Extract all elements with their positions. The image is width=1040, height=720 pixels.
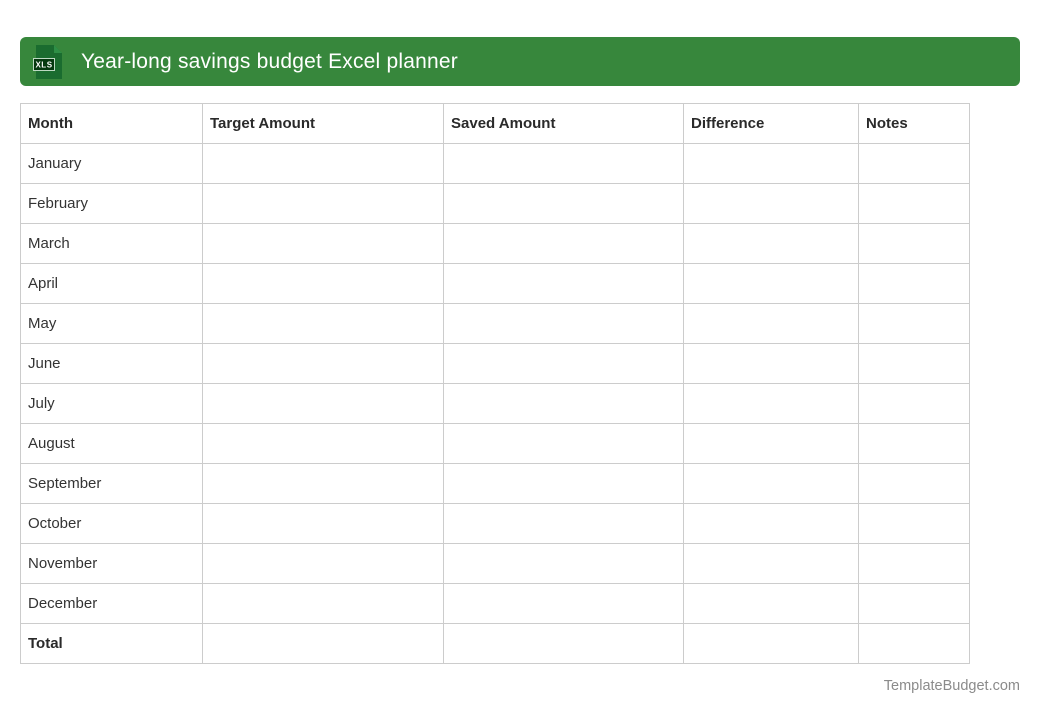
difference-cell — [683, 263, 859, 304]
table-body: January February March April May June July Augu… — [20, 143, 970, 624]
notes-cell — [858, 583, 970, 624]
saved-amount-cell — [443, 583, 684, 624]
month-cell: March — [20, 223, 203, 264]
saved-amount-cell — [443, 383, 684, 424]
target-amount-cell — [202, 223, 444, 264]
table-row: November — [20, 543, 970, 584]
month-cell: June — [20, 343, 203, 384]
budget-table: Month Target Amount Saved Amount Differe… — [20, 103, 970, 664]
saved-amount-cell — [443, 463, 684, 504]
total-notes-cell — [858, 623, 970, 664]
notes-cell — [858, 503, 970, 544]
notes-cell — [858, 463, 970, 504]
notes-cell — [858, 343, 970, 384]
notes-cell — [858, 183, 970, 224]
notes-cell — [858, 423, 970, 464]
notes-cell — [858, 543, 970, 584]
xls-file-icon: XLS — [33, 44, 63, 80]
difference-cell — [683, 383, 859, 424]
difference-cell — [683, 183, 859, 224]
total-label-cell: Total — [20, 623, 203, 664]
table-row: October — [20, 503, 970, 544]
table-row: June — [20, 343, 970, 384]
month-cell: May — [20, 303, 203, 344]
difference-cell — [683, 423, 859, 464]
title-bar: XLS Year-long savings budget Excel plann… — [20, 37, 1020, 86]
saved-amount-cell — [443, 423, 684, 464]
month-cell: October — [20, 503, 203, 544]
difference-cell — [683, 583, 859, 624]
table-row: July — [20, 383, 970, 424]
target-amount-cell — [202, 143, 444, 184]
target-amount-cell — [202, 543, 444, 584]
saved-amount-cell — [443, 143, 684, 184]
table-row: January — [20, 143, 970, 184]
difference-cell — [683, 343, 859, 384]
page: XLS Year-long savings budget Excel plann… — [20, 37, 1020, 695]
xls-icon-label: XLS — [35, 60, 52, 69]
month-cell: August — [20, 423, 203, 464]
notes-cell — [858, 383, 970, 424]
notes-cell — [858, 263, 970, 304]
saved-amount-cell — [443, 303, 684, 344]
table-row: September — [20, 463, 970, 504]
month-cell: April — [20, 263, 203, 304]
saved-amount-cell — [443, 223, 684, 264]
column-header-month: Month — [20, 103, 203, 144]
target-amount-cell — [202, 343, 444, 384]
saved-amount-cell — [443, 263, 684, 304]
month-cell: July — [20, 383, 203, 424]
difference-cell — [683, 463, 859, 504]
footer: TemplateBudget.com — [20, 677, 1020, 695]
difference-cell — [683, 143, 859, 184]
target-amount-cell — [202, 383, 444, 424]
total-target-cell — [202, 623, 444, 664]
difference-cell — [683, 503, 859, 544]
table-row: May — [20, 303, 970, 344]
saved-amount-cell — [443, 343, 684, 384]
target-amount-cell — [202, 423, 444, 464]
table-row: March — [20, 223, 970, 264]
difference-cell — [683, 223, 859, 264]
difference-cell — [683, 303, 859, 344]
notes-cell — [858, 303, 970, 344]
table-row: April — [20, 263, 970, 304]
target-amount-cell — [202, 503, 444, 544]
table-row: February — [20, 183, 970, 224]
month-cell: February — [20, 183, 203, 224]
page-title: Year-long savings budget Excel planner — [81, 49, 458, 73]
month-cell: November — [20, 543, 203, 584]
notes-cell — [858, 143, 970, 184]
saved-amount-cell — [443, 543, 684, 584]
month-cell: December — [20, 583, 203, 624]
table-row: December — [20, 583, 970, 624]
target-amount-cell — [202, 583, 444, 624]
saved-amount-cell — [443, 183, 684, 224]
total-difference-cell — [683, 623, 859, 664]
target-amount-cell — [202, 263, 444, 304]
saved-amount-cell — [443, 503, 684, 544]
notes-cell — [858, 223, 970, 264]
site-credit: TemplateBudget.com — [883, 678, 1020, 694]
month-cell: September — [20, 463, 203, 504]
table-row: August — [20, 423, 970, 464]
target-amount-cell — [202, 183, 444, 224]
table-header-row: Month Target Amount Saved Amount Differe… — [20, 103, 970, 144]
column-header-difference: Difference — [683, 103, 859, 144]
column-header-saved-amount: Saved Amount — [443, 103, 684, 144]
month-cell: January — [20, 143, 203, 184]
target-amount-cell — [202, 463, 444, 504]
total-row: Total — [20, 623, 970, 664]
column-header-notes: Notes — [858, 103, 970, 144]
difference-cell — [683, 543, 859, 584]
total-saved-cell — [443, 623, 684, 664]
column-header-target-amount: Target Amount — [202, 103, 444, 144]
target-amount-cell — [202, 303, 444, 344]
